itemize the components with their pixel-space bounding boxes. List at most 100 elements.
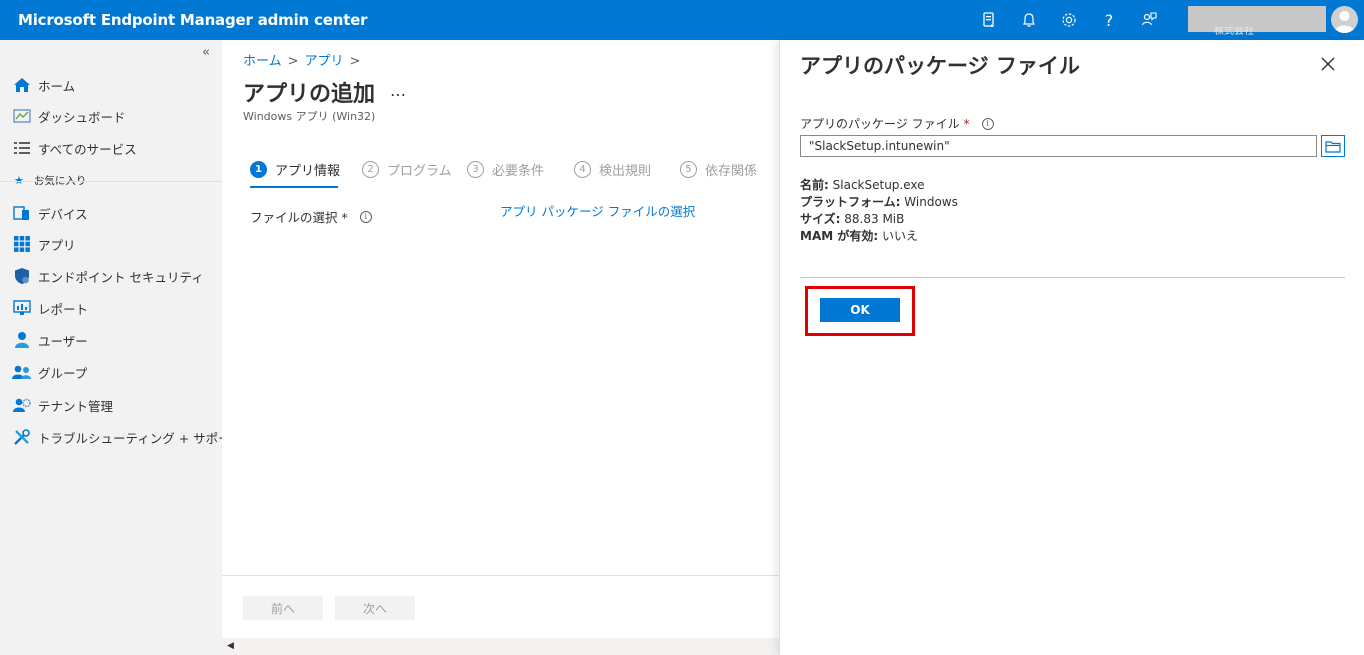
- sidebar-divider: [0, 181, 222, 182]
- tab-requirements[interactable]: 3 必要条件: [467, 160, 544, 179]
- sidebar-item-label: テナント管理: [38, 398, 114, 414]
- account-name-redacted[interactable]: [1188, 6, 1326, 32]
- folder-icon: [1325, 140, 1341, 153]
- collapse-sidebar-button[interactable]: «: [202, 45, 210, 60]
- browse-folder-button[interactable]: [1321, 135, 1345, 157]
- detail-key: サイズ:: [800, 212, 841, 226]
- sidebar-item-all-services[interactable]: すべてのサービス: [12, 137, 137, 159]
- detail-value: いいえ: [881, 229, 918, 243]
- horizontal-scrollbar[interactable]: ◀: [222, 638, 779, 655]
- more-options-button[interactable]: …: [390, 81, 406, 100]
- sidebar-item-label: アプリ: [38, 237, 76, 253]
- file-select-label: ファイルの選択 * i: [250, 207, 372, 226]
- previous-button[interactable]: 前へ: [243, 596, 323, 620]
- detail-mam: MAM が有効: いいえ: [800, 228, 958, 245]
- sidebar-item-groups[interactable]: グループ: [12, 361, 87, 383]
- tenant-icon: [12, 396, 32, 414]
- chevron-right-icon: >: [349, 54, 361, 69]
- detail-platform: プラットフォーム: Windows: [800, 194, 958, 211]
- sidebar-item-endpoint-security[interactable]: エンドポイント セキュリティ: [12, 265, 204, 287]
- feedback-icon[interactable]: [1139, 10, 1159, 30]
- sidebar-item-label: レポート: [38, 301, 89, 317]
- next-button[interactable]: 次へ: [335, 596, 415, 620]
- info-icon[interactable]: i: [981, 117, 994, 130]
- home-icon: [12, 76, 32, 94]
- sidebar-item-label: ホーム: [38, 78, 76, 94]
- sidebar-item-troubleshooting[interactable]: トラブルシューティング + サポート: [12, 426, 243, 448]
- group-icon: [12, 363, 32, 381]
- sidebar-item-label: ユーザー: [38, 333, 88, 349]
- required-mark: *: [963, 116, 970, 131]
- wrench-icon: [12, 428, 32, 446]
- breadcrumb: ホーム > アプリ >: [243, 50, 366, 69]
- panel-divider: [800, 277, 1345, 278]
- step-number: 5: [680, 161, 697, 178]
- bell-icon[interactable]: [1019, 10, 1039, 30]
- select-package-file-link[interactable]: アプリ パッケージ ファイルの選択: [500, 201, 695, 220]
- scroll-left-icon[interactable]: ◀: [227, 641, 234, 651]
- sidebar-item-home[interactable]: ホーム: [12, 74, 75, 96]
- app-title[interactable]: Microsoft Endpoint Manager admin center: [18, 11, 368, 29]
- top-bar: Microsoft Endpoint Manager admin center …: [0, 0, 1364, 40]
- sidebar-item-label: トラブルシューティング + サポート: [38, 430, 244, 446]
- footer-divider: [222, 575, 779, 576]
- tab-detection-rules[interactable]: 4 検出規則: [574, 160, 651, 179]
- active-tab-indicator: [250, 186, 338, 188]
- sidebar-item-dashboard[interactable]: ダッシュボード: [12, 105, 126, 127]
- step-label: アプリ情報: [275, 164, 341, 179]
- sidebar-item-label: すべてのサービス: [38, 141, 137, 157]
- package-details: 名前: SlackSetup.exe プラットフォーム: Windows サイズ…: [800, 177, 958, 245]
- step-number: 1: [250, 161, 267, 178]
- avatar[interactable]: [1331, 6, 1358, 33]
- page-subtitle: Windows アプリ (Win32): [243, 110, 376, 123]
- detail-value: Windows: [904, 195, 958, 209]
- sidebar-item-users[interactable]: ユーザー: [12, 329, 88, 351]
- account-tenant: 株式会社: [1214, 27, 1254, 37]
- help-icon[interactable]: ?: [1099, 10, 1119, 30]
- file-select-label-text: ファイルの選択 *: [250, 210, 348, 225]
- close-icon[interactable]: [1320, 56, 1336, 72]
- tab-program[interactable]: 2 プログラム: [362, 160, 452, 179]
- detail-value: SlackSetup.exe: [832, 178, 925, 192]
- page-title: アプリの追加: [243, 82, 376, 107]
- sidebar-item-label: エンドポイント セキュリティ: [38, 269, 204, 285]
- panel-title: アプリのパッケージ ファイル: [800, 54, 1080, 78]
- package-file-label-text: アプリのパッケージ ファイル: [800, 117, 960, 131]
- report-icon: [12, 299, 32, 317]
- device-icon[interactable]: [979, 10, 999, 30]
- breadcrumb-apps[interactable]: アプリ: [305, 54, 344, 69]
- main-content: ホーム > アプリ > アプリの追加 … Windows アプリ (Win32) 1 …: [222, 40, 779, 655]
- devices-icon: [12, 204, 32, 222]
- tab-app-info[interactable]: 1 アプリ情報: [250, 160, 340, 179]
- sidebar-item-tenant-admin[interactable]: テナント管理: [12, 394, 113, 416]
- detail-value: 88.83 MiB: [844, 212, 905, 226]
- info-icon[interactable]: i: [359, 210, 372, 223]
- step-number: 4: [574, 161, 591, 178]
- detail-key: MAM が有効:: [800, 229, 879, 243]
- detail-key: 名前:: [800, 178, 829, 192]
- sidebar-item-devices[interactable]: デバイス: [12, 202, 88, 224]
- step-number: 2: [362, 161, 379, 178]
- detail-name: 名前: SlackSetup.exe: [800, 177, 958, 194]
- shield-icon: [12, 267, 32, 285]
- sidebar-item-apps[interactable]: アプリ: [12, 233, 76, 255]
- detail-key: プラットフォーム:: [800, 195, 901, 209]
- step-label: 検出規則: [599, 164, 652, 179]
- tab-dependencies[interactable]: 5 依存関係: [680, 160, 757, 179]
- sidebar-item-label: グループ: [38, 365, 88, 381]
- package-file-panel: アプリのパッケージ ファイル アプリのパッケージ ファイル * i 名前: Sl…: [779, 40, 1364, 655]
- sidebar-item-reports[interactable]: レポート: [12, 297, 88, 319]
- sidebar-item-label: デバイス: [38, 206, 88, 222]
- package-file-input[interactable]: [800, 135, 1317, 157]
- sidebar-item-label: ダッシュボード: [38, 109, 126, 125]
- gear-icon[interactable]: [1059, 10, 1079, 30]
- step-number: 3: [467, 161, 484, 178]
- step-label: プログラム: [387, 164, 452, 179]
- sidebar: « ホーム ダッシュボード すべてのサービス ★ お気に入り デバイス アプリ …: [0, 40, 243, 655]
- user-icon: [12, 331, 32, 349]
- breadcrumb-home[interactable]: ホーム: [243, 54, 282, 69]
- ok-button[interactable]: OK: [820, 298, 900, 322]
- dashboard-icon: [12, 107, 32, 125]
- package-file-label: アプリのパッケージ ファイル * i: [800, 115, 994, 132]
- step-label: 必要条件: [492, 164, 545, 179]
